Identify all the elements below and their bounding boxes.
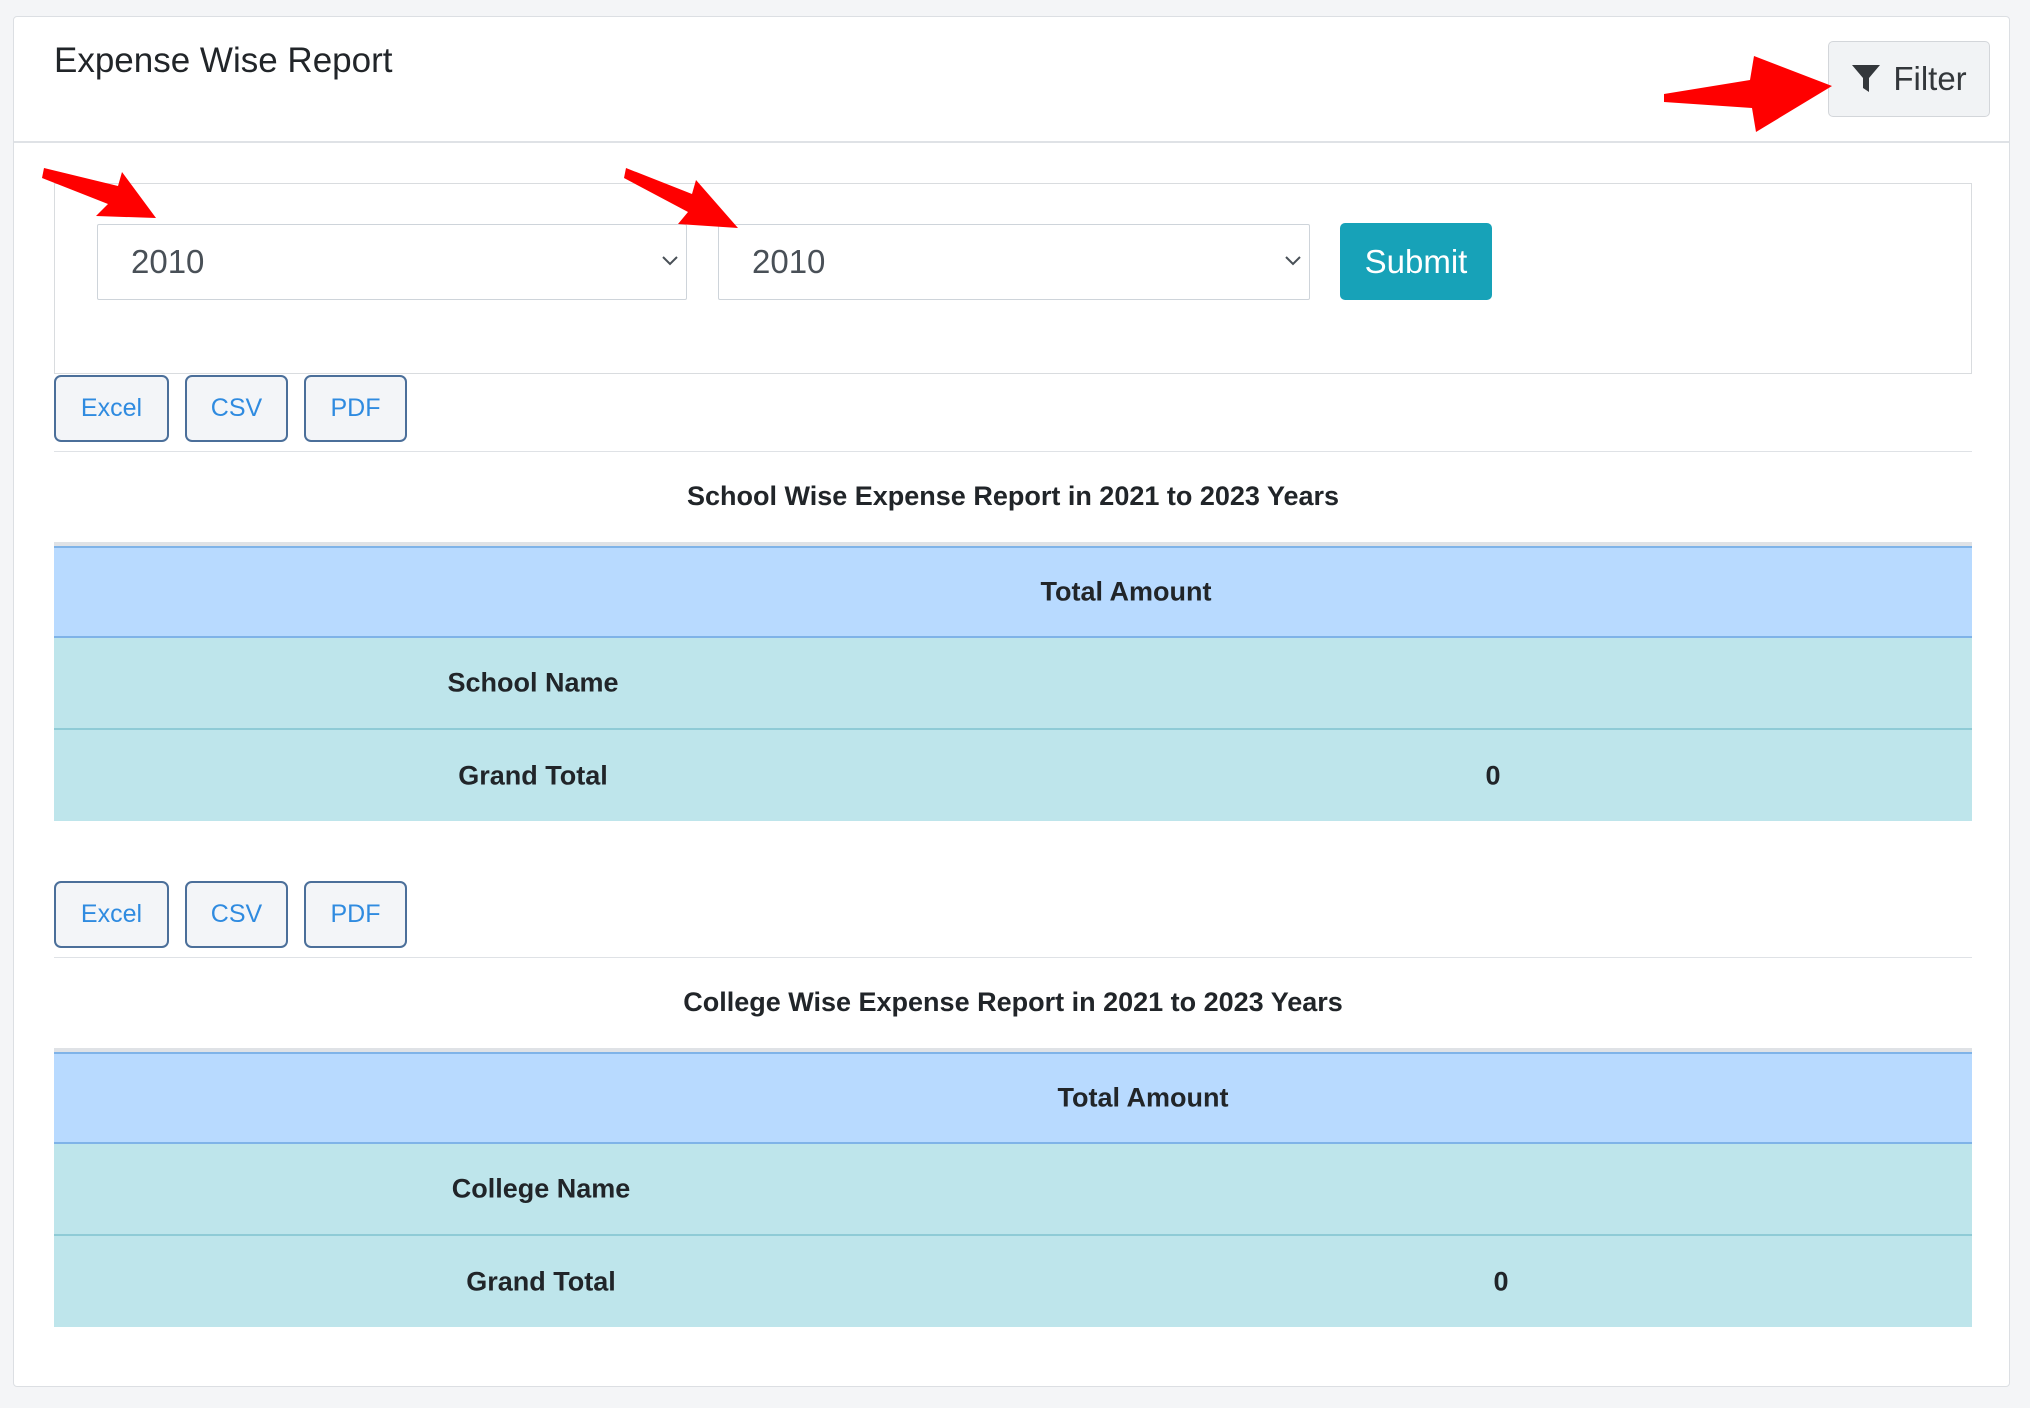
to-year-select[interactable]: 2010 [718,224,1310,300]
college-report-table: Total Amount College Name Grand Total 0 [54,1048,1972,1327]
pdf-export-button[interactable]: PDF [304,375,407,442]
table-row: Grand Total 0 [54,730,1972,821]
report-card: Expense Wise Report Filter 2010 2010 Sub… [13,16,2010,1387]
from-year-value: 2010 [131,243,205,280]
divider [54,451,1972,452]
grand-total-label: Grand Total [458,760,608,790]
csv-export-button[interactable]: CSV [185,375,288,442]
table-header-row: Total Amount [54,546,1972,638]
college-name-label: College Name [451,1173,631,1204]
excel-export-button[interactable]: Excel [54,375,169,442]
grand-total-value: 0 [1485,760,1501,790]
submit-button[interactable]: Submit [1340,223,1492,300]
pdf-export-button[interactable]: PDF [304,881,407,948]
divider [54,957,1972,958]
page-title: Expense Wise Report [54,41,393,80]
college-export-buttons: Excel CSV PDF [54,881,407,948]
chevron-down-icon [1285,256,1301,266]
chevron-down-icon [662,256,678,266]
from-year-select[interactable]: 2010 [97,224,687,300]
table-row: College Name [54,1144,1972,1236]
csv-export-button[interactable]: CSV [185,881,288,948]
table-row: School Name [54,638,1972,730]
total-amount-header: Total Amount [1040,576,1212,607]
to-year-value: 2010 [752,243,826,280]
college-report-title: College Wise Expense Report in 2021 to 2… [683,987,1343,1017]
filter-icon [1852,65,1881,92]
card-header: Expense Wise Report Filter [14,17,2009,143]
excel-export-button[interactable]: Excel [54,881,169,948]
filter-panel: 2010 2010 Submit [54,183,1972,374]
table-row: Grand Total 0 [54,1236,1972,1327]
school-name-label: School Name [447,667,619,698]
filter-button[interactable]: Filter [1828,41,1990,117]
grand-total-value: 0 [1493,1266,1509,1296]
table-header-row: Total Amount [54,1052,1972,1144]
school-export-buttons: Excel CSV PDF [54,375,407,442]
grand-total-label: Grand Total [466,1266,616,1296]
school-report-title: School Wise Expense Report in 2021 to 20… [686,481,1340,511]
filter-button-label: Filter [1893,60,1967,97]
total-amount-header: Total Amount [1057,1082,1229,1113]
school-report-table: Total Amount School Name Grand Total 0 [54,542,1972,821]
